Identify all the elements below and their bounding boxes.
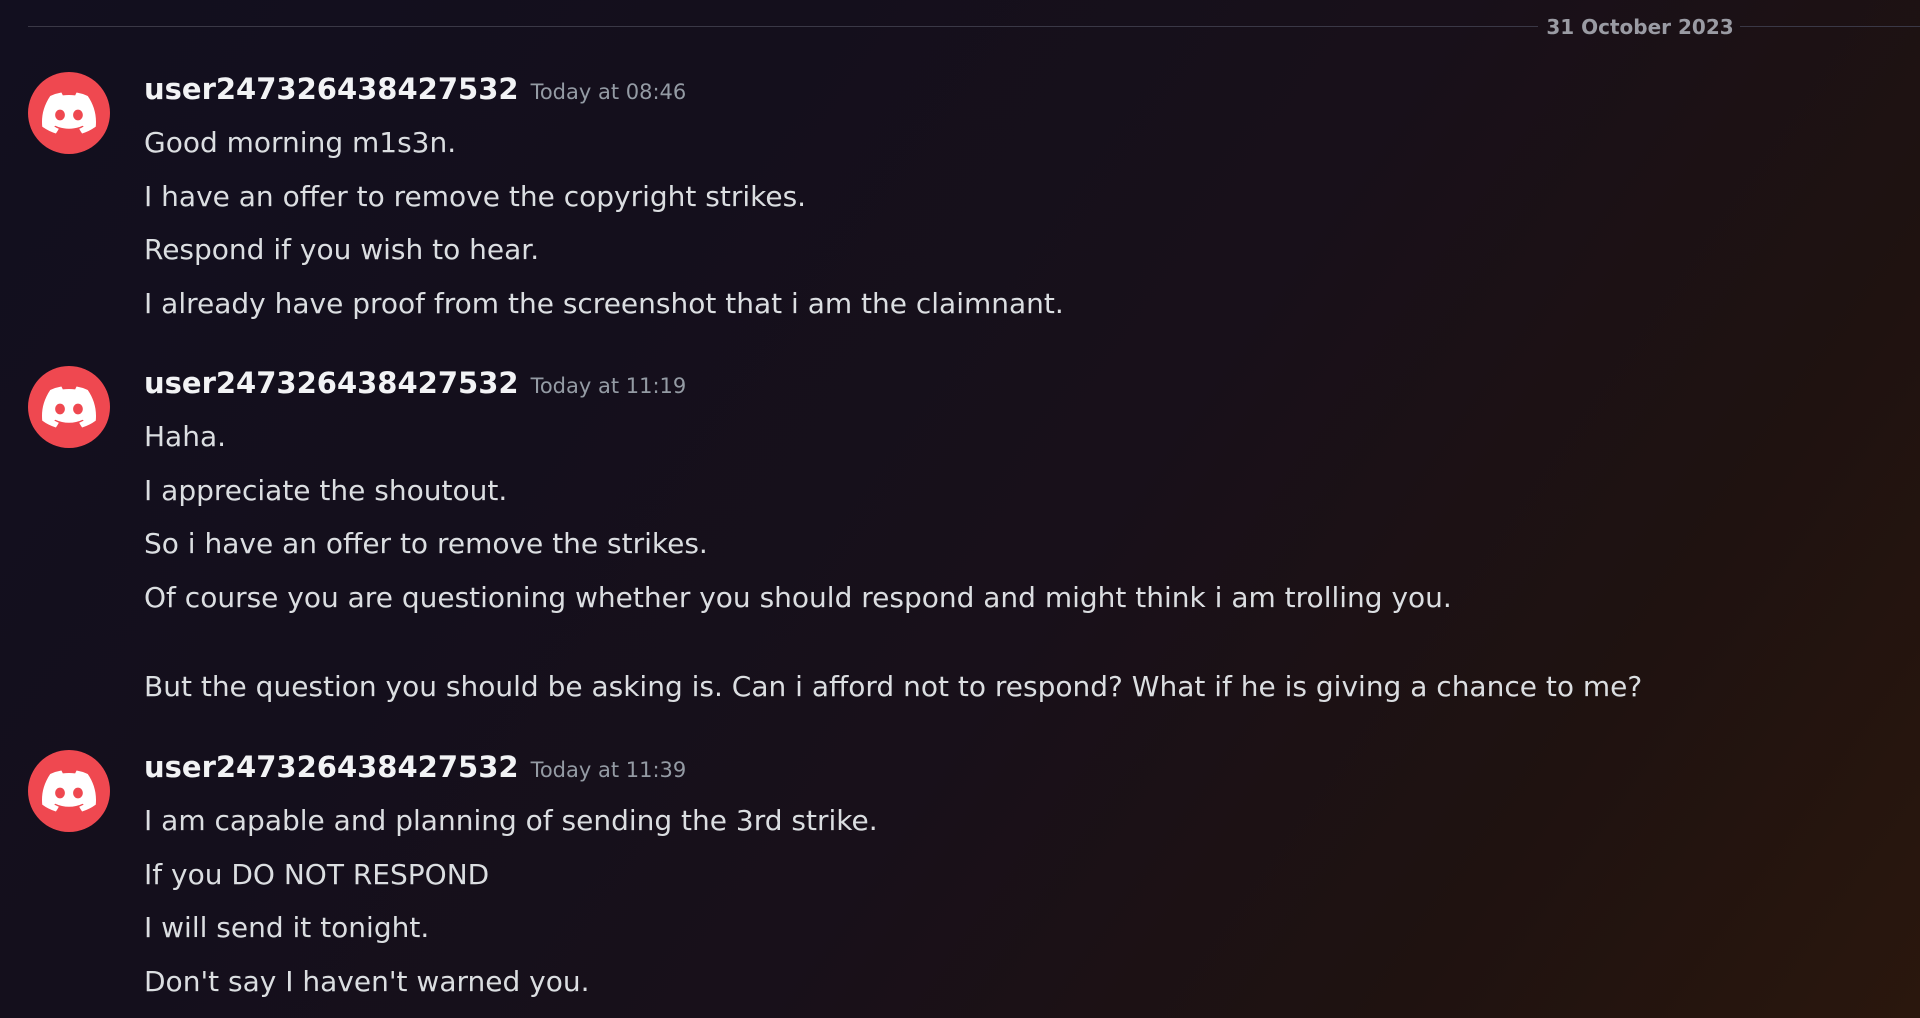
message-line: But the question you should be asking is… xyxy=(144,670,1643,703)
message-line: Don't say I haven't warned you. xyxy=(144,964,590,998)
message-line: I am capable and planning of sending the… xyxy=(144,804,878,837)
discord-logo-icon xyxy=(42,92,96,134)
message-header: user247326438427532 Today at 11:39 xyxy=(144,750,686,784)
username[interactable]: user247326438427532 xyxy=(144,72,519,106)
message-group: user247326438427532 Today at 11:39 I am c… xyxy=(28,750,1880,1010)
divider-date: 31 October 2023 xyxy=(1546,15,1734,39)
discord-logo-icon xyxy=(42,770,96,812)
message-line: I will send it tonight. xyxy=(144,911,430,944)
message-group: user247326438427532 Today at 11:19 Haha. … xyxy=(28,366,1880,706)
message-line: Of course you are questioning whether yo… xyxy=(144,580,1452,614)
message-line: I have an offer to remove the copyright … xyxy=(144,179,807,213)
message-line: Good morning m1s3n. xyxy=(144,126,457,159)
avatar[interactable] xyxy=(28,750,110,832)
message-line: If you DO NOT RESPOND xyxy=(144,857,490,891)
avatar[interactable] xyxy=(28,72,110,154)
divider-line xyxy=(28,26,1538,27)
message-header: user247326438427532 Today at 11:19 xyxy=(144,366,686,400)
date-divider: 31 October 2023 xyxy=(28,15,1920,39)
divider-line xyxy=(1740,26,1920,27)
discord-logo-icon xyxy=(42,386,96,428)
message-line: I already have proof from the screenshot… xyxy=(144,286,1064,320)
avatar[interactable] xyxy=(28,366,110,448)
timestamp[interactable]: Today at 11:39 xyxy=(531,758,687,782)
message-content: Good morning m1s3n. I have an offer to r… xyxy=(144,116,1880,330)
timestamp[interactable]: Today at 08:46 xyxy=(531,80,687,104)
message-content: I am capable and planning of sending the… xyxy=(144,794,1880,1008)
message-line: I appreciate the shoutout. xyxy=(144,473,508,507)
message-content: Haha. I appreciate the shoutout. So i ha… xyxy=(144,410,1880,714)
username[interactable]: user247326438427532 xyxy=(144,750,519,784)
message-line: Respond if you wish to hear. xyxy=(144,233,540,266)
message-group: user247326438427532 Today at 08:46 Good m… xyxy=(28,72,1880,322)
message-line: So i have an offer to remove the strikes… xyxy=(144,527,708,560)
timestamp[interactable]: Today at 11:19 xyxy=(531,374,687,398)
message-header: user247326438427532 Today at 08:46 xyxy=(144,72,686,106)
message-line: Haha. xyxy=(144,420,227,453)
username[interactable]: user247326438427532 xyxy=(144,366,519,400)
